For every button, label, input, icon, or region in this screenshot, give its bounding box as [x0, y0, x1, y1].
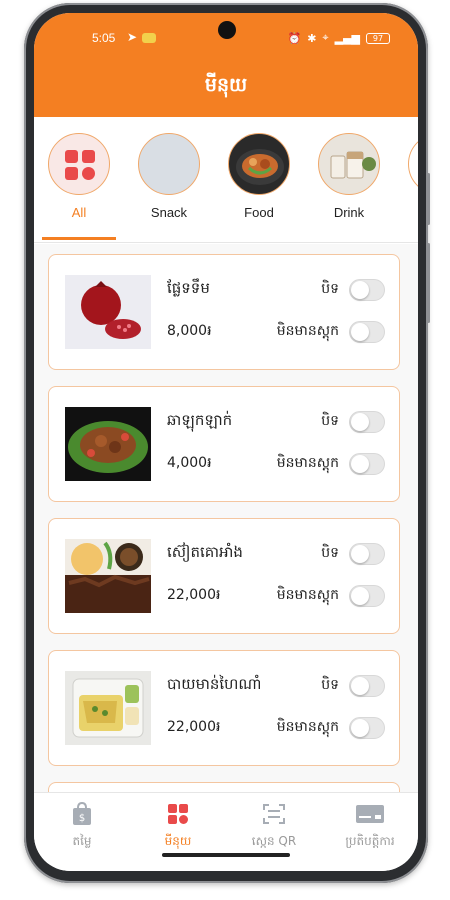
out-of-stock-label: មិនមានស្តុក [276, 587, 339, 603]
close-label: បិទ [321, 677, 339, 693]
item-image [65, 407, 151, 481]
app-header: 5:05 ➤ ⏰ ✱ ⌖ ▂▄▆ 97 មីនុយ [34, 13, 418, 117]
food-image [228, 133, 290, 195]
app-screen: 5:05 ➤ ⏰ ✱ ⌖ ▂▄▆ 97 មីនុយ All Snack Food… [34, 13, 418, 871]
status-time: 5:05 [92, 31, 116, 45]
front-camera [218, 21, 236, 39]
notification-icon [142, 33, 156, 43]
category-label: All [71, 205, 87, 220]
nav-label: ស្កេន QR [251, 834, 297, 848]
battery-icon: 97 [366, 32, 390, 44]
category-tabs: All Snack Food Drink [34, 117, 418, 243]
out-of-stock-toggle[interactable] [349, 321, 385, 343]
page-title: មីនុយ [204, 74, 248, 96]
nav-item-price[interactable]: $ តម្លៃ [34, 801, 130, 851]
item-image [65, 539, 151, 613]
category-image [408, 133, 418, 195]
bluetooth-icon: ✱ [307, 31, 317, 45]
shopping-bag-icon: $ [34, 801, 130, 827]
menu-grid-icon [130, 801, 226, 827]
category-drink[interactable]: Drink [310, 133, 388, 220]
nav-label: មីនុយ [164, 834, 192, 848]
item-image [65, 671, 151, 745]
item-name: បាយមាន់ហៃណាំ [167, 675, 262, 693]
drink-image [318, 133, 380, 195]
close-toggle[interactable] [349, 411, 385, 433]
category-more[interactable] [400, 133, 418, 195]
out-of-stock-label: មិនមានស្តុក [276, 323, 339, 339]
nav-item-menu[interactable]: មីនុយ [130, 801, 226, 851]
location-icon: ⌖ [322, 31, 329, 44]
close-label: បិទ [321, 545, 339, 561]
close-toggle[interactable] [349, 543, 385, 565]
menu-item-card[interactable]: ស៊ៀតគោអាំង 22,000៛ បិទ មិនមានស្តុក [48, 518, 400, 634]
category-label: Snack [150, 205, 188, 220]
nav-item-transactions[interactable]: ប្រតិបត្តិការ [322, 801, 418, 851]
nav-label: ប្រតិបត្តិការ [345, 834, 395, 848]
signal-icon: ▂▄▆ [334, 31, 360, 45]
item-price: 4,000៛ [167, 455, 212, 471]
close-toggle[interactable] [349, 675, 385, 697]
svg-text:$: $ [79, 813, 85, 824]
category-snack[interactable]: Snack [130, 133, 208, 220]
close-label: បិទ [321, 281, 339, 297]
volume-button [427, 173, 430, 225]
close-label: បិទ [321, 413, 339, 429]
menu-item-card[interactable]: ឆាឡុកឡាក់ 4,000៛ បិទ មិនមានស្តុក [48, 386, 400, 502]
menu-item-card[interactable]: បាយមាន់ហៃណាំ 22,000៛ បិទ មិនមានស្តុក [48, 650, 400, 766]
category-food[interactable]: Food [220, 133, 298, 220]
item-price: 22,000៛ [167, 587, 221, 603]
item-name: ឆាឡុកឡាក់ [167, 411, 233, 429]
qr-scan-icon [226, 801, 322, 827]
grid-icon [48, 133, 110, 195]
status-icons: ⏰ ✱ ⌖ ▂▄▆ 97 [287, 31, 390, 45]
nav-label: តម្លៃ [72, 834, 92, 848]
phone-frame: 5:05 ➤ ⏰ ✱ ⌖ ▂▄▆ 97 មីនុយ All Snack Food… [24, 3, 430, 883]
out-of-stock-toggle[interactable] [349, 453, 385, 475]
power-button [427, 243, 430, 323]
category-label: Food [244, 205, 274, 220]
item-name: ស៊ៀតគោអាំង [167, 543, 243, 561]
telegram-icon: ➤ [127, 30, 138, 44]
active-tab-indicator [42, 237, 116, 240]
item-price: 8,000៛ [167, 323, 212, 339]
alarm-icon: ⏰ [287, 31, 302, 45]
category-label: Drink [333, 205, 365, 220]
card-icon [322, 801, 418, 827]
menu-item-card[interactable]: ផ្លែទទឹម 8,000៛ បិទ មិនមានស្តុក [48, 254, 400, 370]
close-toggle[interactable] [349, 279, 385, 301]
menu-list[interactable]: ផ្លែទទឹម 8,000៛ បិទ មិនមានស្តុក ឆាឡុកឡាក… [34, 244, 418, 792]
item-price: 22,000៛ [167, 719, 221, 735]
bottom-navigation: $ តម្លៃ មីនុយ ស្កេន QR ប្រតិបត្តិការ [34, 792, 418, 871]
out-of-stock-toggle[interactable] [349, 585, 385, 607]
out-of-stock-label: មិនមានស្តុក [276, 455, 339, 471]
out-of-stock-toggle[interactable] [349, 717, 385, 739]
item-name: ផ្លែទទឹម [167, 279, 210, 297]
out-of-stock-label: មិនមានស្តុក [276, 719, 339, 735]
menu-item-card[interactable] [48, 782, 400, 792]
home-indicator[interactable] [162, 853, 290, 857]
nav-item-scan-qr[interactable]: ស្កេន QR [226, 801, 322, 851]
snack-image [138, 133, 200, 195]
category-all[interactable]: All [40, 133, 118, 220]
item-image [65, 275, 151, 349]
